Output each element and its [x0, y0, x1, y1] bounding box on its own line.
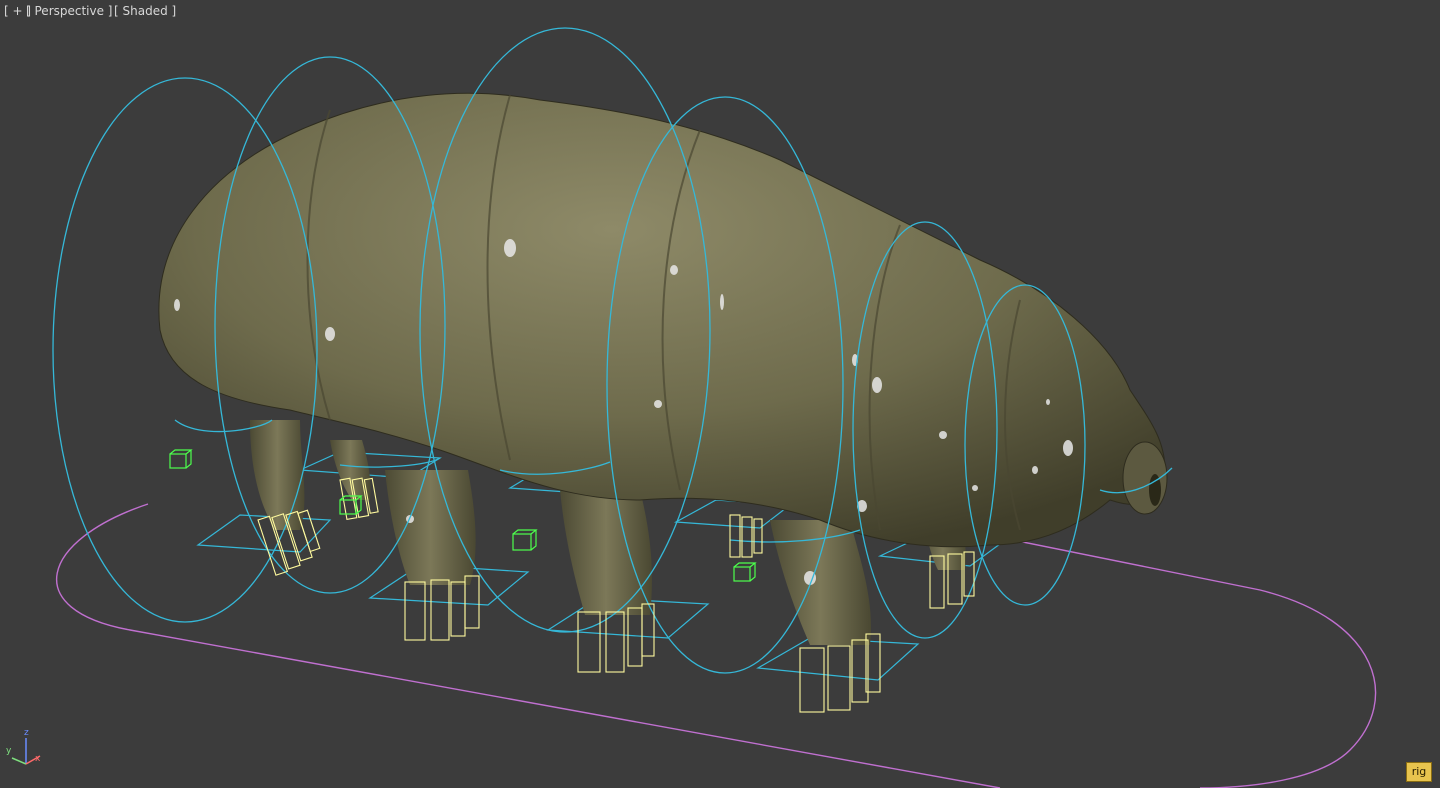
- axis-gizmo-icon: z y x: [2, 728, 48, 768]
- rig-badge-icon[interactable]: rig: [1406, 762, 1432, 782]
- axis-y-label: y: [6, 746, 12, 756]
- perspective-viewport[interactable]: [ + ] [ Perspective ] [ Shaded ] z y x r…: [0, 0, 1440, 788]
- tardigrade-mesh[interactable]: [158, 92, 1168, 645]
- axis-x-label: x: [35, 754, 41, 764]
- axis-z-label: z: [24, 728, 29, 738]
- viewport-view-label[interactable]: [ Perspective ]: [26, 4, 113, 18]
- viewport-shading-label[interactable]: [ Shaded ]: [114, 4, 176, 18]
- scene-canvas[interactable]: [0, 0, 1440, 788]
